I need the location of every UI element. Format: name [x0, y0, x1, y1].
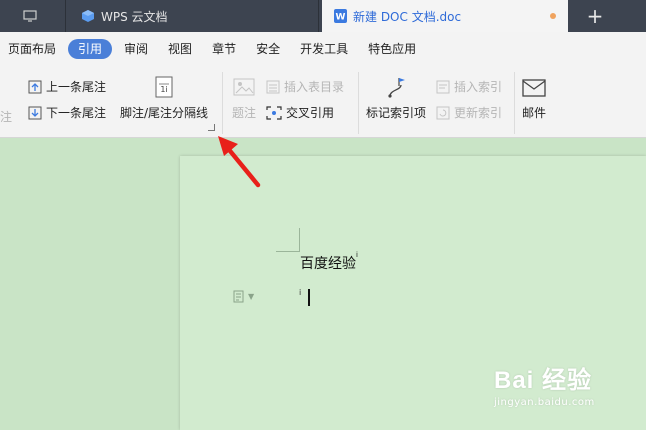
baidu-jingyan-watermark: Bai 经验 jingyan.baidu.com [494, 360, 595, 408]
insert-index-icon [436, 80, 450, 93]
insert-table-of-figures-label: 插入表目录 [284, 80, 345, 94]
doc-layout-icon [233, 290, 244, 303]
prev-endnote-label: 上一条尾注 [46, 80, 107, 94]
cross-reference-button[interactable]: 交叉引用 [266, 104, 334, 121]
document-text-content: 百度经验 [300, 256, 356, 272]
insert-index-label: 插入索引 [454, 80, 503, 94]
menu-bar: 页面布局 引用 审阅 视图 章节 安全 开发工具 特色应用 [0, 32, 646, 66]
page-margin-mark [276, 251, 300, 252]
update-index-label: 更新索引 [454, 106, 503, 120]
table-list-icon [266, 80, 280, 93]
insert-index-button[interactable]: 插入索引 [436, 78, 502, 95]
menu-review[interactable]: 审阅 [124, 39, 148, 59]
endnote-reference[interactable]: i [356, 251, 358, 259]
endnote-marker: i [299, 288, 302, 297]
mark-index-entry-label: 标记索引项 [366, 106, 427, 120]
cross-reference-label: 交叉引用 [286, 106, 335, 120]
mail-label: 邮件 [522, 106, 547, 120]
partial-button-label[interactable]: 注 [0, 108, 12, 125]
svg-text:1i: 1i [160, 85, 167, 94]
update-index-icon [436, 106, 450, 119]
tab-home[interactable] [0, 0, 66, 32]
word-doc-icon: W [334, 9, 347, 23]
cross-reference-icon [266, 105, 282, 120]
text-cursor [308, 289, 310, 306]
insert-table-of-figures-button[interactable]: 插入表目录 [266, 78, 344, 95]
watermark-url: jingyan.baidu.com [494, 397, 595, 408]
menu-view[interactable]: 视图 [168, 39, 192, 59]
dropdown-caret-icon: ▼ [248, 292, 255, 301]
menu-page-layout[interactable]: 页面布局 [8, 39, 56, 59]
menu-developer-tools[interactable]: 开发工具 [300, 39, 348, 59]
flag-path-icon [388, 78, 405, 98]
caption-label: 题注 [232, 106, 257, 120]
red-arrow-icon [218, 136, 261, 188]
image-caption-icon [233, 78, 255, 96]
document-text[interactable]: 百度经验i [300, 251, 358, 273]
title-bar: WPS 云文档 W 新建 DOC 文档.doc + [0, 0, 646, 32]
svg-text:W: W [336, 13, 346, 23]
tab-document[interactable]: W 新建 DOC 文档.doc [322, 0, 568, 32]
menu-special-apps[interactable]: 特色应用 [368, 39, 416, 59]
monitor-icon [22, 10, 37, 22]
footnote-separator-button[interactable]: 1i 脚注/尾注分隔线 [120, 76, 208, 121]
footnote-separator-label: 脚注/尾注分隔线 [120, 106, 209, 120]
update-index-button[interactable]: 更新索引 [436, 104, 502, 121]
unsaved-dot [550, 13, 556, 19]
tab-wps-cloud[interactable]: WPS 云文档 [67, 0, 319, 32]
page-margin-mark [299, 228, 300, 252]
next-endnote-icon [28, 106, 42, 119]
caption-button[interactable]: 题注 [232, 78, 256, 121]
ribbon-divider [514, 72, 515, 134]
cube-icon [82, 10, 94, 22]
separator-line-icon: 1i [155, 76, 173, 98]
menu-security[interactable]: 安全 [256, 39, 280, 59]
prev-endnote-icon [28, 80, 42, 93]
paragraph-layout-icon[interactable]: ▼ [233, 290, 254, 303]
menu-section[interactable]: 章节 [212, 39, 236, 59]
ribbon-toolbar: 注 上一条尾注 下一条尾注 1i 脚注/尾注分隔线 题注 插入表目录 交叉引用 … [0, 66, 646, 138]
new-tab-button[interactable]: + [572, 0, 618, 32]
tab-wps-label: WPS 云文档 [101, 9, 168, 24]
prev-endnote-button[interactable]: 上一条尾注 [28, 78, 106, 95]
ribbon-divider [222, 72, 223, 134]
next-endnote-label: 下一条尾注 [46, 106, 107, 120]
ribbon-divider [358, 72, 359, 134]
tab-document-label: 新建 DOC 文档.doc [353, 9, 462, 24]
mark-index-entry-button[interactable]: 标记索引项 [366, 76, 426, 121]
mail-button[interactable]: 邮件 [522, 78, 546, 121]
menu-references[interactable]: 引用 [68, 39, 113, 59]
mail-icon [522, 79, 546, 97]
watermark-logo: Bai 经验 [494, 367, 593, 394]
next-endnote-button[interactable]: 下一条尾注 [28, 104, 106, 121]
